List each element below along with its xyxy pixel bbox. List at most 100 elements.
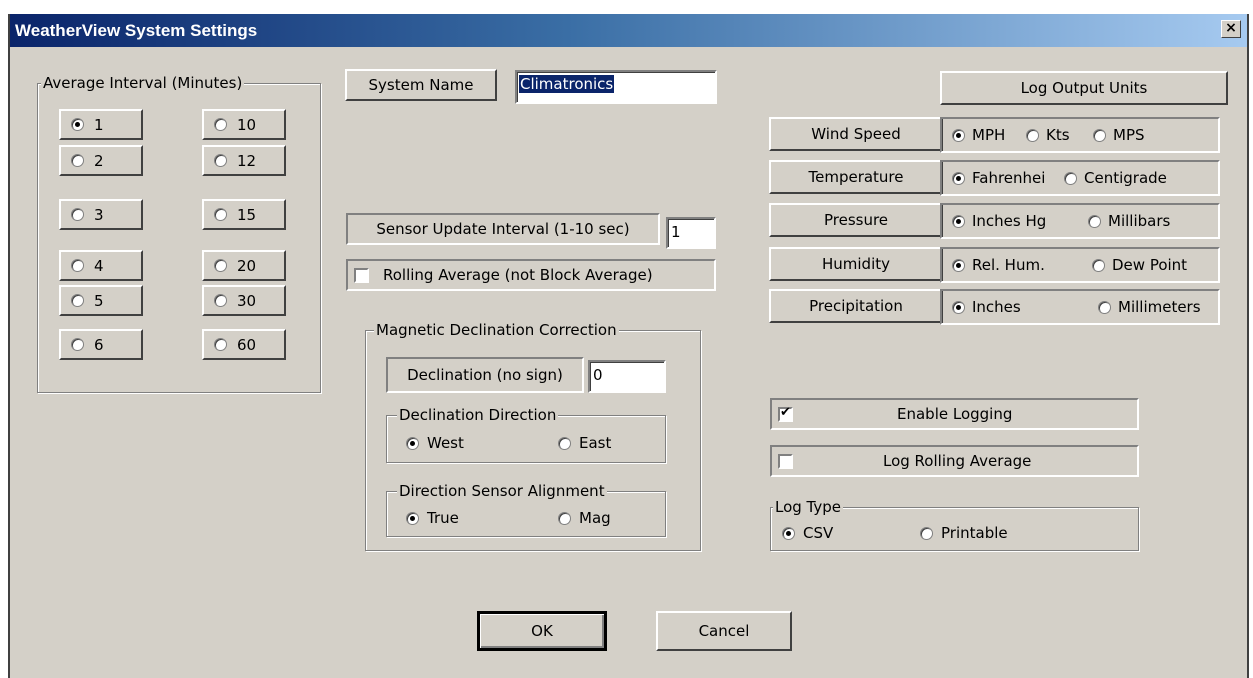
interval-radio-3[interactable] [71, 208, 84, 221]
ok-button[interactable]: OK [477, 611, 607, 651]
interval-option-5[interactable]: 5 [59, 285, 143, 316]
wind-opt1-option[interactable]: MPH [952, 126, 1005, 144]
interval-option-2[interactable]: 2 [59, 145, 143, 176]
precipitation-opt2-label: Millimeters [1118, 298, 1201, 316]
sensor-update-value: 1 [671, 223, 681, 241]
sensor-update-input[interactable]: 1 [666, 217, 716, 249]
interval-option-60[interactable]: 60 [202, 329, 286, 360]
direction-east-label: East [579, 434, 612, 452]
precipitation-opt1-option[interactable]: Inches [952, 298, 1021, 316]
temperature-units-button[interactable]: Temperature [769, 160, 943, 194]
interval-radio-12[interactable] [214, 154, 227, 167]
ok-label: OK [531, 622, 553, 640]
magnetic-declination-legend: Magnetic Declination Correction [374, 321, 619, 339]
direction-east-radio[interactable] [558, 436, 571, 450]
log-output-units-header[interactable]: Log Output Units [940, 71, 1228, 105]
wind-units-button[interactable]: Wind Speed [769, 117, 943, 151]
interval-label: 3 [94, 205, 104, 224]
average-interval-legend: Average Interval (Minutes) [41, 74, 245, 92]
log-type-csv-radio[interactable] [782, 526, 795, 540]
pressure-units-label: Pressure [823, 211, 889, 229]
interval-radio-60[interactable] [214, 338, 227, 351]
wind-units-label: Wind Speed [811, 125, 901, 143]
temperature-opt1-radio[interactable] [952, 171, 965, 185]
humidity-opt2-label: Dew Point [1112, 256, 1188, 274]
precipitation-opt2-radio[interactable] [1098, 300, 1111, 314]
interval-option-20[interactable]: 20 [202, 250, 286, 281]
interval-radio-10[interactable] [214, 118, 227, 131]
interval-label: 60 [237, 335, 257, 354]
humidity-units-button[interactable]: Humidity [769, 247, 943, 281]
interval-radio-6[interactable] [71, 338, 84, 351]
temperature-opt1-option[interactable]: Fahrenhei [952, 169, 1045, 187]
pressure-opt1-option[interactable]: Inches Hg [952, 212, 1046, 230]
direction-west-option[interactable]: West [398, 434, 464, 452]
rolling-average-checkbox[interactable] [354, 267, 369, 283]
interval-option-15[interactable]: 15 [202, 199, 286, 230]
alignment-true-option[interactable]: True [398, 509, 459, 527]
direction-west-radio[interactable] [406, 436, 419, 450]
pressure-opt1-radio[interactable] [952, 214, 965, 228]
interval-radio-4[interactable] [71, 259, 84, 272]
interval-option-12[interactable]: 12 [202, 145, 286, 176]
wind-opt2-option[interactable]: Kts [1026, 126, 1070, 144]
rolling-average-row[interactable]: Rolling Average (not Block Average) [346, 259, 716, 291]
temperature-opt2-radio[interactable] [1064, 171, 1077, 185]
log-type-printable-radio[interactable] [920, 526, 933, 540]
pressure-opt2-radio[interactable] [1088, 214, 1101, 228]
wind-opt3-option[interactable]: MPS [1093, 126, 1145, 144]
interval-option-6[interactable]: 6 [59, 329, 143, 360]
interval-option-30[interactable]: 30 [202, 285, 286, 316]
wind-opt1-label: MPH [972, 126, 1006, 144]
sensor-update-label-box: Sensor Update Interval (1-10 sec) [346, 213, 660, 245]
humidity-opt1-option[interactable]: Rel. Hum. [952, 256, 1045, 274]
enable-logging-checkbox[interactable] [778, 405, 793, 422]
log-type-printable-option[interactable]: Printable [912, 524, 1008, 542]
temperature-opt2-option[interactable]: Centigrade [1064, 169, 1167, 187]
humidity-units-options: Rel. Hum. Dew Point [940, 247, 1220, 283]
interval-radio-20[interactable] [214, 259, 227, 272]
alignment-mag-option[interactable]: Mag [550, 509, 611, 527]
wind-opt3-radio[interactable] [1093, 128, 1106, 142]
close-button[interactable]: × [1221, 20, 1241, 38]
alignment-mag-label: Mag [579, 509, 611, 527]
pressure-opt2-option[interactable]: Millibars [1088, 212, 1170, 230]
humidity-units-label: Humidity [821, 255, 890, 273]
log-rolling-average-row[interactable]: Log Rolling Average [770, 445, 1139, 477]
enable-logging-row[interactable]: Enable Logging [770, 398, 1139, 430]
precipitation-units-label: Precipitation [809, 297, 903, 315]
system-name-input[interactable]: Climatronics [515, 70, 717, 104]
interval-label: 15 [237, 205, 257, 224]
log-rolling-average-label: Log Rolling Average [883, 452, 1032, 470]
interval-radio-2[interactable] [71, 154, 84, 167]
interval-radio-15[interactable] [214, 208, 227, 221]
precipitation-opt1-radio[interactable] [952, 300, 965, 314]
interval-radio-30[interactable] [214, 294, 227, 307]
interval-option-4[interactable]: 4 [59, 250, 143, 281]
log-type-csv-option[interactable]: CSV [774, 524, 833, 542]
humidity-opt1-radio[interactable] [952, 258, 965, 272]
interval-label: 5 [94, 291, 104, 310]
precipitation-opt2-option[interactable]: Millimeters [1098, 298, 1201, 316]
humidity-opt2-radio[interactable] [1092, 258, 1105, 272]
interval-option-1[interactable]: 1 [59, 109, 143, 140]
direction-east-option[interactable]: East [550, 434, 611, 452]
wind-opt1-radio[interactable] [952, 128, 965, 142]
cancel-button[interactable]: Cancel [656, 611, 792, 651]
title-bar: WeatherView System Settings × [10, 14, 1247, 47]
declination-input[interactable]: 0 [588, 360, 666, 393]
declination-direction-legend: Declination Direction [397, 406, 559, 424]
humidity-opt1-label: Rel. Hum. [972, 256, 1045, 274]
interval-option-10[interactable]: 10 [202, 109, 286, 140]
wind-opt2-radio[interactable] [1026, 128, 1039, 142]
precipitation-units-options: Inches Millimeters [940, 289, 1220, 325]
humidity-opt2-option[interactable]: Dew Point [1092, 256, 1187, 274]
alignment-true-radio[interactable] [406, 511, 419, 525]
interval-radio-5[interactable] [71, 294, 84, 307]
interval-radio-1[interactable] [71, 118, 84, 131]
precipitation-units-button[interactable]: Precipitation [769, 289, 943, 323]
interval-option-3[interactable]: 3 [59, 199, 143, 230]
alignment-mag-radio[interactable] [558, 511, 571, 525]
log-rolling-average-checkbox[interactable] [778, 453, 793, 469]
pressure-units-button[interactable]: Pressure [769, 203, 943, 237]
